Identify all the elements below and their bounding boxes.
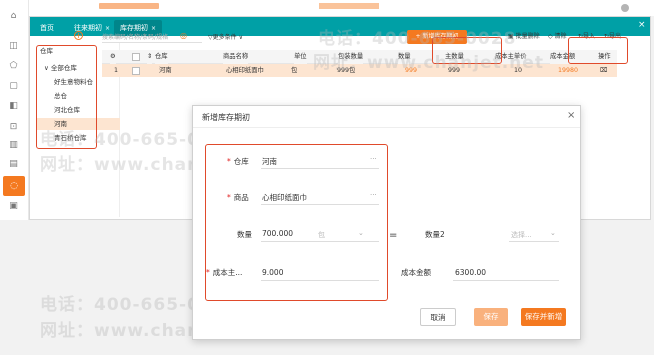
cancel-button[interactable]: 取消 [420, 308, 456, 326]
cell-main-qty: 999 [448, 67, 461, 74]
equals-sign: = [389, 230, 398, 241]
field-underline [509, 241, 559, 242]
briefcase-icon[interactable]: ◧ [7, 100, 20, 113]
search-input[interactable]: 搜索编码/名称/条码/规格 [102, 33, 202, 43]
field-underline [261, 204, 379, 205]
batch-delete-button[interactable]: ▣ 批量删除 [508, 30, 540, 44]
column-header[interactable]: 仓库 [155, 50, 168, 64]
column-header[interactable]: 成本金额 [550, 50, 576, 64]
tree-item-selected[interactable]: 河南 [36, 118, 120, 130]
tab-home[interactable]: 首页 [34, 20, 60, 36]
warehouse-label: * 仓库 [227, 157, 249, 166]
icon-rail: ⌂ ◫ ⬠ ▢ ◧ ⊡ ▥ ▤ ◌ ▣ [0, 0, 29, 220]
cell-unit-cost: 10 [514, 67, 523, 74]
select-all-checkbox[interactable] [132, 53, 140, 61]
column-header[interactable]: 主数量 [445, 50, 464, 64]
qty2-label: 数量2 [425, 230, 445, 239]
field-underline [261, 168, 379, 169]
field-underline [261, 241, 379, 242]
unit-cost-label: * 成本主... [206, 268, 243, 277]
gift-icon[interactable]: ◫ [7, 40, 20, 53]
tree-item-warehouse[interactable]: 河北仓库 [54, 104, 120, 116]
amount-field[interactable]: 6300.00 [455, 268, 486, 277]
chevron-down-icon[interactable]: ⌄ [358, 229, 364, 237]
column-header[interactable]: 数量 [398, 50, 411, 64]
close-icon[interactable]: × [151, 25, 156, 32]
close-icon[interactable]: × [567, 111, 575, 121]
unit-cost-field[interactable]: 9.000 [262, 268, 283, 277]
trash-icon: ▣ [508, 33, 514, 40]
chart-icon[interactable]: ▥ [7, 139, 20, 152]
ellipsis-icon[interactable]: ··· [370, 155, 377, 163]
dialog-header: 新增库存期初 × [193, 106, 580, 128]
qty2-unit-select[interactable]: 选择... [511, 230, 532, 240]
eraser-icon: ◇ [548, 33, 553, 40]
cell-warehouse: 河南 [159, 67, 172, 74]
new-opening-dialog: 新增库存期初 × * 仓库 河南 ··· * 商品 心相印纸面巾 ··· 数量 70… [192, 105, 581, 340]
qty-unit-select[interactable]: 包 [318, 230, 325, 240]
lock-icon[interactable]: ⊡ [7, 121, 20, 134]
import-button[interactable]: ↻导入 [578, 30, 595, 44]
sort-icon: ⇕ [147, 50, 153, 64]
warehouse-field[interactable]: 河南 [262, 156, 277, 167]
product-field[interactable]: 心相印纸面巾 [262, 192, 307, 203]
qty-label: 数量 [237, 230, 252, 239]
table-row[interactable] [102, 64, 617, 77]
amount-label: 成本金额 [401, 268, 431, 277]
ellipsis-icon[interactable]: ··· [370, 191, 377, 199]
brand-bar-left [99, 3, 159, 9]
chevron-down-icon: ∨ [238, 34, 243, 41]
brand-bar-right [319, 3, 379, 9]
tree-item-warehouse[interactable]: 总仓 [54, 90, 120, 102]
clear-button[interactable]: ◇ 清除 [548, 30, 567, 44]
product-label: * 商品 [227, 193, 249, 202]
column-header[interactable]: 商品名称 [223, 50, 249, 64]
column-header[interactable]: 成本主单价 [495, 50, 527, 64]
top-app-bar [29, 0, 654, 16]
cell-product: 心相印纸面巾 [226, 67, 264, 74]
tree-item-warehouse[interactable]: 青石桥仓库 [54, 132, 120, 144]
filter-icon[interactable]: ◎ [180, 31, 187, 40]
save-button[interactable]: 保存 [474, 308, 508, 326]
new-opening-button[interactable]: + 新增库存期初 [407, 30, 467, 44]
cell-unit: 包 [291, 67, 298, 74]
chevron-down-icon[interactable]: ⌄ [550, 229, 556, 237]
export-button[interactable]: ↻导出 [604, 30, 621, 44]
field-underline [261, 280, 379, 281]
cell-pack-qty: 999包 [337, 67, 356, 74]
box-icon[interactable]: ▢ [7, 80, 20, 93]
settings-icon[interactable]: ⚙ [110, 50, 116, 64]
inventory-icon[interactable]: ◌ [3, 176, 25, 196]
dialog-title: 新增库存期初 [202, 113, 250, 122]
add-warehouse-button[interactable]: + [74, 31, 83, 40]
avatar[interactable] [621, 4, 629, 12]
window-close-icon[interactable]: × [638, 21, 646, 30]
document-icon[interactable]: ▣ [7, 200, 20, 213]
tree-item-warehouse[interactable]: 好生意物料仓 [54, 76, 120, 88]
save-and-new-button[interactable]: 保存并新增 [521, 308, 566, 326]
close-icon[interactable]: × [105, 25, 110, 32]
cell-amount: 19980 [558, 67, 579, 74]
shop-icon[interactable]: ⬠ [7, 60, 20, 73]
row-index: 1 [114, 67, 119, 74]
column-header[interactable]: 单位 [294, 50, 307, 64]
home-icon[interactable]: ⌂ [7, 10, 20, 23]
cell-qty: 999 [405, 67, 418, 74]
list-icon[interactable]: ▤ [7, 158, 20, 171]
chevron-down-icon[interactable]: ∨ [44, 64, 49, 72]
column-header[interactable]: 包装数量 [338, 50, 364, 64]
app-screen: ⌂ ◫ ⬠ ▢ ◧ ⊡ ▥ ▤ ◌ ▣ 首页 往来期初 × 库存期初 × × 仓库 … [0, 0, 654, 355]
row-checkbox[interactable] [132, 67, 140, 75]
qty-field[interactable]: 700.000 [262, 229, 293, 238]
column-header: 操作 [598, 50, 611, 64]
delete-row-icon[interactable]: ⌧ [600, 64, 607, 77]
field-underline [453, 280, 559, 281]
more-filter-button[interactable]: ▽更多条件 ∨ [208, 33, 243, 43]
